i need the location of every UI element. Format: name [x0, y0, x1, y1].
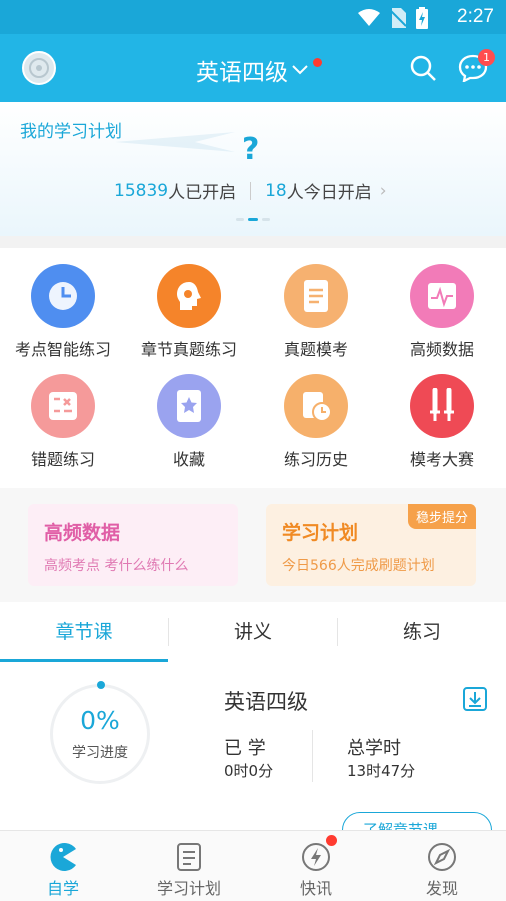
- bottom-nav: 自学 学习计划 快讯 发现: [0, 830, 506, 901]
- feature-label: 收藏: [172, 450, 205, 469]
- carousel-dot: [236, 218, 244, 221]
- feature-wrong-questions[interactable]: 错题练习: [0, 374, 126, 470]
- flash-icon: [302, 843, 330, 871]
- feature-history[interactable]: 练习历史: [253, 374, 379, 470]
- progress-value: 0%: [80, 706, 120, 735]
- tab-handouts[interactable]: 讲义: [169, 602, 337, 662]
- message-badge: 1: [478, 49, 495, 66]
- pacman-icon: [50, 843, 76, 871]
- started-label: 人已开启: [168, 183, 237, 203]
- notification-dot: [313, 57, 322, 67]
- feature-favorites[interactable]: 收藏: [126, 374, 252, 470]
- stats-divider: [250, 181, 252, 200]
- exam-title: 英语四级: [196, 60, 288, 86]
- star-book-icon: [157, 374, 221, 438]
- feature-label: 考点智能练习: [14, 340, 111, 359]
- avatar[interactable]: [22, 51, 56, 85]
- started-count: 15839: [114, 180, 169, 201]
- clock: 2:27: [457, 6, 494, 27]
- feature-label: 模考大赛: [409, 450, 474, 469]
- promo-cards: 高频数据 高频考点 考什么练什么 稳步提分 学习计划 今日566人完成刷题计划: [0, 488, 506, 602]
- nav-label: 自学: [46, 879, 79, 898]
- crossed-swords-icon: [410, 374, 474, 438]
- progress-ring-marker: [97, 681, 105, 689]
- feature-label: 高频数据: [409, 340, 474, 359]
- progress-label: 学习进度: [72, 745, 128, 761]
- nav-self-study[interactable]: 自学: [0, 831, 126, 901]
- pulse-chart-icon: [410, 264, 474, 328]
- news-notification-dot: [326, 835, 337, 846]
- error-list-icon: [31, 374, 95, 438]
- download-icon[interactable]: [462, 686, 488, 712]
- tab-practice[interactable]: 练习: [338, 602, 506, 662]
- stats-divider: [312, 730, 313, 782]
- learned-label: 已 学: [224, 738, 266, 759]
- carousel-indicator: [236, 218, 270, 221]
- avatar-icon: [29, 58, 49, 78]
- nav-label: 快讯: [299, 879, 332, 898]
- clock-chart-icon: [31, 264, 95, 328]
- content-tabs: 章节课 讲义 练习: [0, 602, 506, 663]
- feature-high-frequency[interactable]: 高频数据: [379, 264, 505, 360]
- document-icon: [284, 264, 348, 328]
- total-value: 13时47分: [347, 762, 416, 780]
- status-bar: 2:27: [0, 0, 506, 34]
- learned-value: 0时0分: [224, 762, 274, 780]
- app-bar: 英语四级 1: [0, 34, 506, 102]
- nav-discover[interactable]: 发现: [379, 831, 505, 901]
- no-sim-icon: [390, 8, 406, 28]
- notebook-icon: [177, 843, 201, 871]
- carousel-dot-active: [248, 218, 258, 221]
- today-label: 人今日开启: [286, 183, 372, 203]
- feature-label: 章节真题练习: [140, 340, 237, 359]
- feature-label: 错题练习: [30, 450, 95, 469]
- total-label: 总学时: [347, 738, 401, 759]
- card-title: 高频数据: [44, 522, 121, 544]
- feature-label: 真题模考: [283, 340, 348, 359]
- carousel-dot: [262, 218, 270, 221]
- feature-mock-contest[interactable]: 模考大赛: [379, 374, 505, 470]
- question-mark: ?: [242, 132, 260, 167]
- course-title: 英语四级: [224, 690, 308, 714]
- course-summary: 0% 学习进度 英语四级 已 学 0时0分 总学时 13时47分 了解章节课: [0, 662, 506, 848]
- card-subtitle: 今日566人完成刷题计划: [282, 558, 435, 574]
- plan-stats: 15839 人已开启 18 人今日开启 ›: [114, 178, 387, 204]
- search-icon[interactable]: [409, 54, 437, 82]
- nav-news[interactable]: 快讯: [253, 831, 379, 901]
- compass-icon: [428, 843, 456, 871]
- status-icons: [358, 7, 428, 29]
- tab-chapter-course[interactable]: 章节课: [0, 602, 168, 662]
- nav-study-plan[interactable]: 学习计划: [126, 831, 252, 901]
- battery-charging-icon: [416, 7, 428, 29]
- nav-label: 发现: [425, 879, 458, 898]
- feature-grid: 考点智能练习 章节真题练习 真题模考 高频数据 错题练习 收藏 练习历史 模考大…: [0, 248, 506, 488]
- wifi-icon: [358, 9, 380, 26]
- high-frequency-card[interactable]: 高频数据 高频考点 考什么练什么: [28, 504, 238, 586]
- today-count: 18: [265, 180, 287, 201]
- feature-smart-practice[interactable]: 考点智能练习: [0, 264, 126, 360]
- card-tag: 稳步提分: [407, 504, 476, 529]
- feature-label: 练习历史: [283, 450, 348, 469]
- brain-gear-icon: [157, 264, 221, 328]
- study-plan-card[interactable]: 稳步提分 学习计划 今日566人完成刷题计划: [266, 504, 476, 586]
- chevron-down-icon: [292, 65, 308, 75]
- chevron-right-icon: ›: [379, 180, 387, 201]
- airplane-icon: [115, 132, 235, 152]
- feature-mock-exam[interactable]: 真题模考: [253, 264, 379, 360]
- feature-chapter-practice[interactable]: 章节真题练习: [126, 264, 252, 360]
- card-subtitle: 高频考点 考什么练什么: [44, 558, 189, 574]
- exam-selector[interactable]: 英语四级: [196, 53, 322, 87]
- nav-label: 学习计划: [156, 879, 221, 898]
- study-plan-banner[interactable]: 我的学习计划 ? 15839 人已开启 18 人今日开启 ›: [0, 102, 506, 236]
- history-clock-icon: [284, 374, 348, 438]
- banner-title: 我的学习计划: [20, 122, 122, 142]
